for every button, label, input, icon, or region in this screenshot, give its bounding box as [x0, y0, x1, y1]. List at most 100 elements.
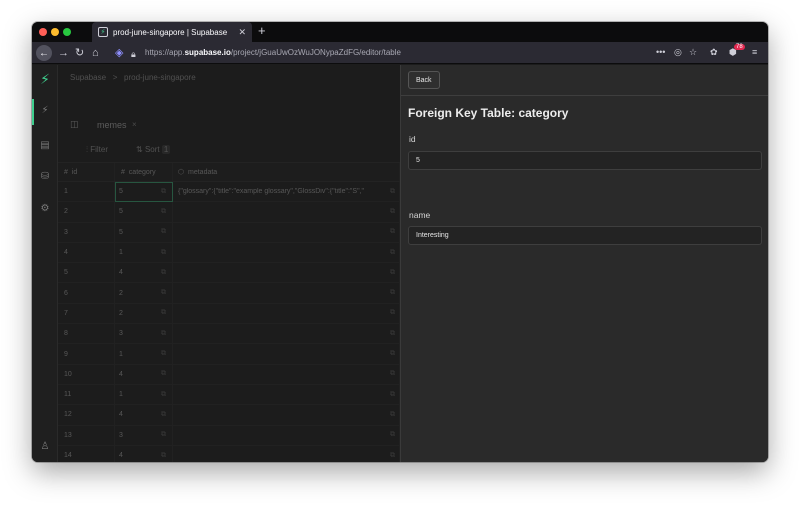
expand-icon[interactable]: ⧉	[390, 452, 395, 460]
cell-category[interactable]: 3 ⧉	[115, 425, 173, 446]
cell-category[interactable]: 1 ⧉	[115, 344, 173, 365]
cell-id[interactable]: 6	[58, 283, 115, 304]
external-link-icon[interactable]: ⧉	[161, 391, 166, 399]
cell-metadata[interactable]: ⧉	[173, 283, 400, 304]
expand-icon[interactable]: ⧉	[390, 249, 395, 257]
cell-category[interactable]: 4 ⧉	[115, 405, 173, 426]
expand-icon[interactable]: ⧉	[390, 188, 395, 196]
cell-metadata[interactable]: ⧉	[173, 263, 400, 284]
cell-id[interactable]: 8	[58, 324, 115, 345]
cell-metadata[interactable]: ⧉	[173, 222, 400, 243]
address-bar[interactable]: https://app.supabase.io/project/jGuaUwOz…	[145, 48, 401, 57]
cell-id[interactable]: 13	[58, 425, 115, 446]
expand-icon[interactable]: ⧉	[390, 228, 395, 236]
table-row[interactable]: 7 2 ⧉ ⧉	[58, 303, 400, 325]
table-row[interactable]: 10 4 ⧉ ⧉	[58, 364, 400, 385]
browser-tab[interactable]: ⚡ prod-june-singapore | Supabase ✕	[92, 22, 252, 42]
expand-icon[interactable]: ⧉	[390, 330, 395, 338]
user-account-icon[interactable]: ♙	[32, 441, 58, 452]
more-options-icon[interactable]: •••	[656, 47, 665, 57]
table-row[interactable]: 14 4 ⧉ ⧉	[58, 445, 400, 462]
id-field[interactable]: 5	[408, 151, 762, 170]
expand-icon[interactable]: ⧉	[390, 350, 395, 358]
cell-id[interactable]: 1	[58, 182, 115, 203]
cell-metadata[interactable]: ⧉	[173, 445, 400, 462]
cell-category[interactable]: 2 ⧉	[115, 303, 173, 325]
expand-icon[interactable]: ⧉	[390, 208, 395, 216]
name-field[interactable]: Interesting	[408, 226, 762, 245]
external-link-icon[interactable]: ⧉	[161, 228, 166, 236]
shield-icon[interactable]: ◈	[115, 46, 123, 60]
external-link-icon[interactable]: ⧉	[161, 431, 166, 439]
cell-category[interactable]: 1 ⧉	[115, 384, 173, 406]
expand-icon[interactable]: ⧉	[390, 370, 395, 378]
cell-id[interactable]: 11	[58, 384, 115, 406]
cell-metadata[interactable]: ⧉	[173, 202, 400, 223]
cell-id[interactable]: 3	[58, 222, 115, 243]
tab-close-icon[interactable]: ×	[132, 120, 137, 129]
external-link-icon[interactable]: ⧉	[161, 370, 166, 378]
cell-metadata[interactable]: ⧉	[173, 384, 400, 406]
cell-id[interactable]: 7	[58, 303, 115, 325]
cell-metadata[interactable]: ⧉	[173, 364, 400, 385]
cell-id[interactable]: 5	[58, 263, 115, 284]
breadcrumb-project[interactable]: prod-june-singapore	[124, 73, 196, 82]
pocket-icon[interactable]: ◎	[674, 47, 682, 58]
back-arrow-icon[interactable]: ←	[36, 45, 52, 61]
cell-metadata[interactable]: ⧉	[173, 242, 400, 264]
external-link-icon[interactable]: ⧉	[161, 452, 166, 460]
cell-category[interactable]: 4 ⧉	[115, 445, 173, 462]
menu-icon[interactable]: ≡	[752, 47, 757, 57]
cell-category[interactable]: 1 ⧉	[115, 242, 173, 264]
close-window-button[interactable]	[39, 28, 47, 36]
table-row[interactable]: 6 2 ⧉ ⧉	[58, 283, 400, 304]
maximize-window-button[interactable]	[63, 28, 71, 36]
external-link-icon[interactable]: ⧉	[161, 411, 166, 419]
table-row[interactable]: 3 5 ⧉ ⧉	[58, 222, 400, 243]
tab-close-icon[interactable]: ✕	[238, 27, 246, 38]
expand-icon[interactable]: ⧉	[390, 391, 395, 399]
external-link-icon[interactable]: ⧉	[161, 269, 166, 277]
new-tab-icon[interactable]: +	[258, 23, 266, 38]
cell-category[interactable]: 4 ⧉	[115, 263, 173, 284]
column-header-metadata[interactable]: ⬡ metadata	[173, 163, 400, 181]
home-icon[interactable]: ⌂	[92, 46, 99, 60]
external-link-icon[interactable]: ⧉	[161, 249, 166, 257]
cell-category[interactable]: 5 ⧉	[115, 182, 173, 203]
sql-editor-icon[interactable]: ▤	[32, 140, 58, 151]
external-link-icon[interactable]: ⧉	[161, 289, 166, 297]
external-link-icon[interactable]: ⧉	[161, 208, 166, 216]
cell-metadata[interactable]: ⧉	[173, 425, 400, 446]
external-link-icon[interactable]: ⧉	[161, 188, 166, 196]
expand-icon[interactable]: ⧉	[390, 411, 395, 419]
forward-arrow-icon[interactable]: →	[58, 46, 69, 60]
cell-metadata[interactable]: ⧉	[173, 405, 400, 426]
table-row[interactable]: 13 3 ⧉ ⧉	[58, 425, 400, 446]
cell-id[interactable]: 4	[58, 242, 115, 264]
column-header-category[interactable]: # category	[115, 163, 173, 181]
table-row[interactable]: 8 3 ⧉ ⧉	[58, 324, 400, 345]
cell-category[interactable]: 5 ⧉	[115, 202, 173, 223]
tab-memes[interactable]: memes	[97, 120, 127, 130]
database-icon[interactable]: ⛁	[32, 171, 58, 182]
external-link-icon[interactable]: ⧉	[161, 309, 166, 317]
table-row[interactable]: 12 4 ⧉ ⧉	[58, 405, 400, 426]
minimize-window-button[interactable]	[51, 28, 59, 36]
table-row[interactable]: 11 1 ⧉ ⧉	[58, 384, 400, 406]
table-row[interactable]: 9 1 ⧉ ⧉	[58, 344, 400, 365]
reload-icon[interactable]: ↻	[75, 46, 84, 60]
supabase-logo-icon[interactable]: ⚡	[32, 71, 58, 88]
settings-gear-icon[interactable]: ⚙	[32, 203, 58, 214]
cell-id[interactable]: 10	[58, 364, 115, 385]
filter-button[interactable]: ⫶ Filter	[86, 145, 108, 155]
external-link-icon[interactable]: ⧉	[161, 350, 166, 358]
cell-id[interactable]: 14	[58, 445, 115, 462]
extension-icon[interactable]: ✿	[710, 47, 718, 58]
bookmark-star-icon[interactable]: ☆	[689, 47, 697, 58]
cell-category[interactable]: 2 ⧉	[115, 283, 173, 304]
cell-category[interactable]: 4 ⧉	[115, 364, 173, 385]
cell-metadata[interactable]: {"glossary":{"title":"example glossary",…	[173, 182, 400, 203]
table-row[interactable]: 1 5 ⧉ {"glossary":{"title":"example glossar…	[58, 182, 400, 203]
table-row[interactable]: 5 4 ⧉ ⧉	[58, 263, 400, 284]
expand-icon[interactable]: ⧉	[390, 431, 395, 439]
